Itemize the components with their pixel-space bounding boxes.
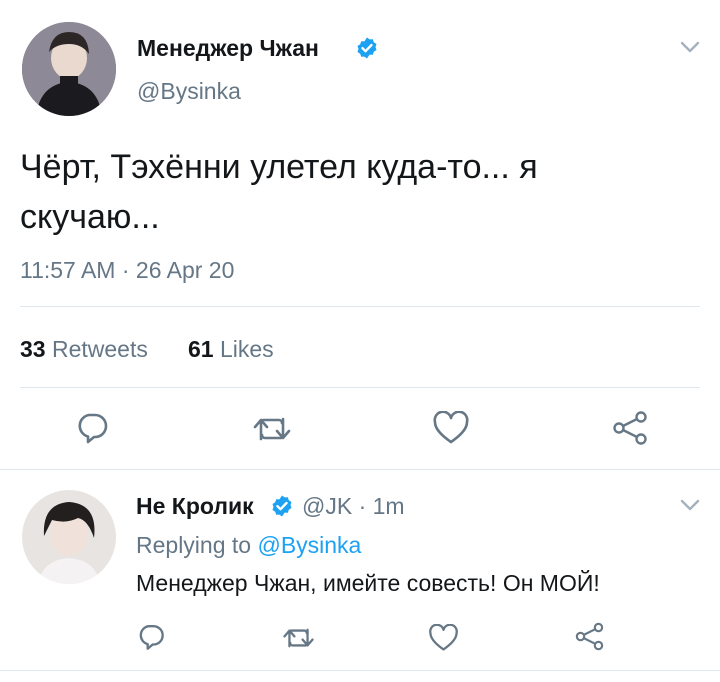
bottom-divider (0, 670, 720, 671)
verified-icon (272, 495, 292, 517)
reply-icon[interactable] (136, 622, 166, 652)
retweets-stat[interactable]: 33 Retweets (20, 336, 148, 363)
reply-text: Менеджер Чжан, имейте совесть! Он МОЙ! (136, 570, 600, 596)
author-handle[interactable]: @Bysinka (137, 78, 241, 105)
author-avatar[interactable] (22, 22, 116, 116)
tweet-text-line-2: скучаю... (20, 198, 160, 236)
divider (20, 306, 700, 307)
likes-count: 61 (188, 336, 214, 362)
replying-to-handle-link[interactable]: @Bysinka (257, 532, 361, 558)
retweet-icon[interactable] (252, 412, 292, 446)
like-icon[interactable] (432, 411, 470, 445)
verified-icon (357, 37, 377, 59)
tweet-text-line-1: Чёрт, Тэхённи улетел куда-то... я (20, 148, 538, 186)
replying-to-label: Replying to (136, 532, 252, 558)
likes-label: Likes (219, 336, 274, 362)
reply-author-avatar[interactable] (22, 490, 116, 584)
share-icon[interactable] (574, 621, 605, 652)
likes-stat[interactable]: 61 Likes (188, 336, 274, 363)
chevron-down-icon[interactable] (680, 40, 700, 54)
reply-handle[interactable]: @JK (302, 493, 352, 519)
share-icon[interactable] (611, 409, 649, 447)
retweet-icon[interactable] (282, 624, 315, 652)
retweets-label: Retweets (51, 336, 148, 362)
retweets-count: 33 (20, 336, 46, 362)
like-icon[interactable] (428, 624, 459, 652)
reply-time: · 1m (358, 493, 405, 519)
reply-author-name[interactable]: Не Кролик (136, 493, 254, 520)
tweet-timestamp[interactable]: 11:57 AM · 26 Apr 20 (20, 257, 234, 284)
replying-to: Replying to @Bysinka (136, 532, 361, 559)
reply-handle-time: @JK · 1m (302, 493, 405, 520)
section-divider (0, 469, 720, 470)
author-name[interactable]: Менеджер Чжан (137, 35, 319, 62)
divider (20, 387, 700, 388)
reply-icon[interactable] (74, 410, 110, 446)
chevron-down-icon[interactable] (680, 498, 700, 512)
